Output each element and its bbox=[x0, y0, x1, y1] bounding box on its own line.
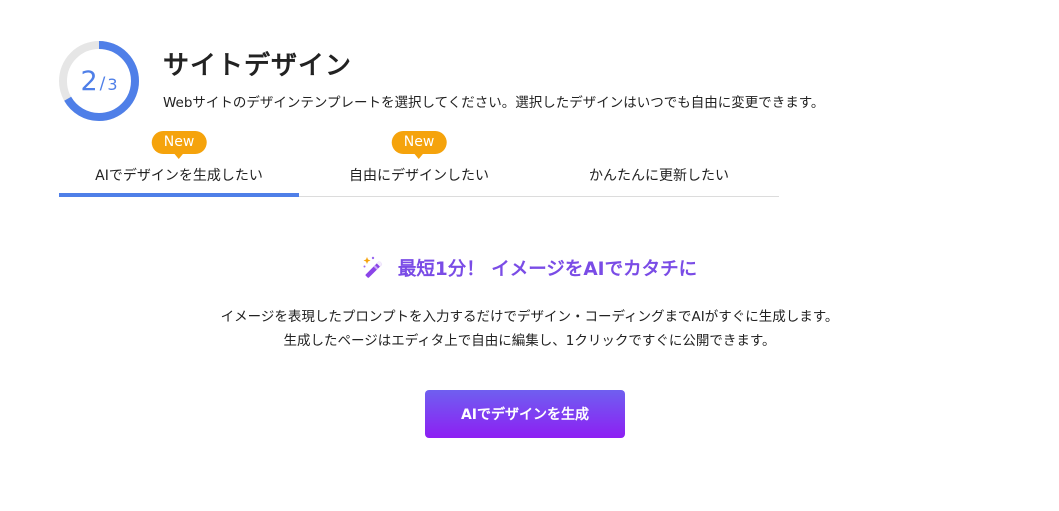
tab-easy-update[interactable]: かんたんに更新したい bbox=[539, 131, 779, 196]
new-badge: New bbox=[391, 131, 447, 159]
design-mode-tabs: New AIでデザインを生成したい New 自由にデザインしたい かんたんに更新… bbox=[59, 131, 779, 197]
generate-design-button[interactable]: AIでデザインを生成 bbox=[425, 390, 625, 438]
page-title: サイトデザイン bbox=[163, 51, 353, 81]
progress-label: 2 / 3 bbox=[58, 40, 140, 122]
tab-label: AIでデザインを生成したい bbox=[95, 168, 263, 184]
progress-separator: / bbox=[99, 73, 106, 94]
tab-free-design[interactable]: New 自由にデザインしたい bbox=[299, 131, 539, 196]
progress-total-steps: 3 bbox=[107, 74, 118, 94]
tab-ai-generate[interactable]: New AIでデザインを生成したい bbox=[59, 131, 299, 197]
feature-headline: 最短1分！ イメージをAIでカタチに bbox=[0, 255, 1059, 281]
magic-wand-icon bbox=[363, 256, 383, 278]
description-line-2: 生成したページはエディタ上で自由に編集し、1クリックですぐに公開できます。 bbox=[283, 333, 776, 349]
description-line-1: イメージを表現したプロンプトを入力するだけでデザイン・コーディングまでAIがすぐ… bbox=[220, 309, 839, 325]
page-subtitle: Webサイトのデザインテンプレートを選択してください。選択したデザインはいつでも… bbox=[163, 95, 825, 111]
tab-label: 自由にデザインしたい bbox=[349, 168, 489, 184]
headline-text: 最短1分！ イメージをAIでカタチに bbox=[397, 259, 698, 280]
progress-current-step: 2 bbox=[80, 65, 98, 97]
step-progress-ring: 2 / 3 bbox=[58, 40, 140, 122]
tab-label: かんたんに更新したい bbox=[589, 168, 729, 184]
new-badge: New bbox=[151, 131, 207, 159]
